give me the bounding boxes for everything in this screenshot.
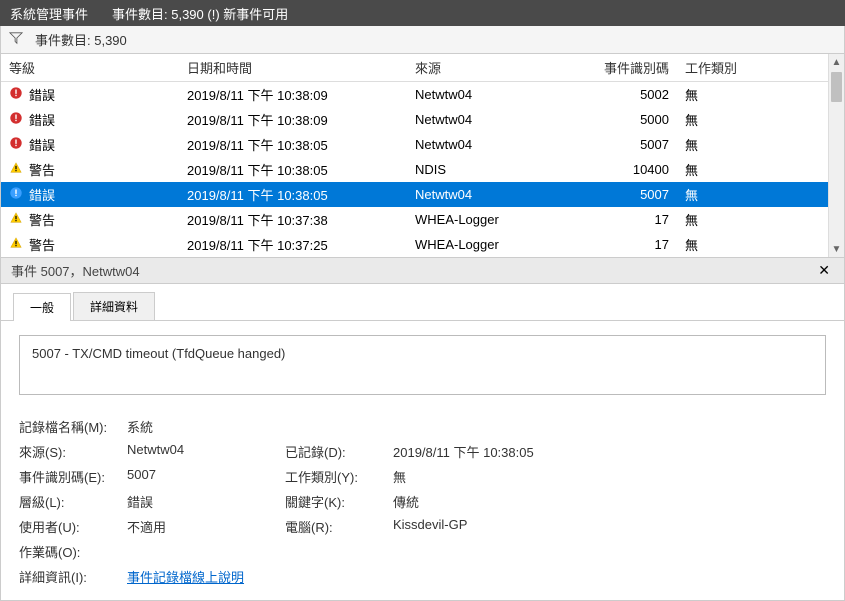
label-opcode: 作業碼(O): [19, 542, 119, 561]
label-logged: 已記錄(D): [285, 442, 385, 461]
tab-content-general: 5007 - TX/CMD timeout (TfdQueue hanged) … [1, 321, 844, 600]
cell-category: 無 [677, 157, 844, 182]
tab-details[interactable]: 詳細資料 [73, 292, 155, 320]
cell-category: 無 [677, 207, 844, 232]
error-icon [9, 111, 23, 128]
cell-level: 錯誤 [29, 135, 55, 154]
error-icon [9, 136, 23, 153]
table-row[interactable]: 錯誤 2019/8/11 下午 10:38:09Netwtw045000無 [1, 107, 844, 132]
value-computer: Kissdevil-GP [393, 517, 826, 536]
cell-datetime: 2019/8/11 下午 10:38:05 [179, 132, 407, 157]
cell-source: WHEA-Logger [407, 232, 591, 257]
column-eventid[interactable]: 事件識別碼 [591, 54, 677, 82]
link-moreinfo[interactable]: 事件記錄檔線上說明 [127, 567, 826, 586]
detail-title: 事件 5007，Netwtw04 [11, 261, 140, 280]
event-message: 5007 - TX/CMD timeout (TfdQueue hanged) [19, 335, 826, 395]
detail-header: 事件 5007，Netwtw04 ✕ [0, 258, 845, 284]
value-user: 不適用 [127, 517, 277, 536]
value-eventid: 5007 [127, 467, 277, 486]
scroll-up-icon[interactable]: ▲ [829, 54, 844, 70]
cell-source: Netwtw04 [407, 182, 591, 207]
column-datetime[interactable]: 日期和時間 [179, 54, 407, 82]
cell-level: 警告 [29, 160, 55, 179]
label-moreinfo: 詳細資訊(I): [19, 567, 119, 586]
table-row[interactable]: 錯誤 2019/8/11 下午 10:38:05Netwtw045007無 [1, 132, 844, 157]
cell-eventid: 5002 [591, 82, 677, 108]
column-category[interactable]: 工作類別 [677, 54, 844, 82]
cell-eventid: 17 [591, 207, 677, 232]
label-computer: 電腦(R): [285, 517, 385, 536]
cell-category: 無 [677, 132, 844, 157]
cell-level: 警告 [29, 235, 55, 254]
cell-category: 無 [677, 232, 844, 257]
label-source: 來源(S): [19, 442, 119, 461]
scroll-thumb[interactable] [831, 72, 842, 102]
window-title: 系統管理事件 [10, 4, 88, 23]
event-count-summary: 事件數目: 5,390 (!) 新事件可用 [112, 4, 288, 23]
detail-panel: 一般 詳細資料 5007 - TX/CMD timeout (TfdQueue … [0, 284, 845, 601]
cell-level: 錯誤 [29, 85, 55, 104]
cell-source: Netwtw04 [407, 82, 591, 108]
filter-count-text: 事件數目: 5,390 [35, 30, 127, 49]
table-row[interactable]: 錯誤 2019/8/11 下午 10:38:05Netwtw045007無 [1, 182, 844, 207]
cell-datetime: 2019/8/11 下午 10:37:25 [179, 232, 407, 257]
scroll-track[interactable] [829, 70, 844, 241]
cell-source: NDIS [407, 157, 591, 182]
value-level: 錯誤 [127, 492, 277, 511]
label-eventid: 事件識別碼(E): [19, 467, 119, 486]
cell-datetime: 2019/8/11 下午 10:38:05 [179, 182, 407, 207]
column-level[interactable]: 等級 [1, 54, 179, 82]
error-icon [9, 86, 23, 103]
label-logname: 記錄檔名稱(M): [19, 417, 119, 436]
column-source[interactable]: 來源 [407, 54, 591, 82]
cell-source: WHEA-Logger [407, 207, 591, 232]
label-category: 工作類別(Y): [285, 467, 385, 486]
value-logged: 2019/8/11 下午 10:38:05 [393, 442, 826, 461]
error-icon [9, 186, 23, 203]
warning-icon [9, 211, 23, 228]
cell-source: Netwtw04 [407, 132, 591, 157]
cell-datetime: 2019/8/11 下午 10:38:09 [179, 82, 407, 108]
cell-category: 無 [677, 182, 844, 207]
detail-tabs: 一般 詳細資料 [1, 284, 844, 321]
close-icon[interactable]: ✕ [814, 262, 834, 279]
table-row[interactable]: 錯誤 2019/8/11 下午 10:38:09Netwtw045002無 [1, 82, 844, 108]
filter-icon[interactable] [9, 31, 23, 48]
cell-eventid: 17 [591, 232, 677, 257]
label-level: 層級(L): [19, 492, 119, 511]
value-opcode [127, 542, 826, 561]
value-source: Netwtw04 [127, 442, 277, 461]
cell-eventid: 10400 [591, 157, 677, 182]
table-row[interactable]: 警告 2019/8/11 下午 10:37:25WHEA-Logger17無 [1, 232, 844, 257]
cell-level: 錯誤 [29, 110, 55, 129]
warning-icon [9, 236, 23, 253]
tab-general[interactable]: 一般 [13, 293, 71, 321]
value-keywords: 傳統 [393, 492, 826, 511]
cell-datetime: 2019/8/11 下午 10:38:09 [179, 107, 407, 132]
column-header-row: 等級 日期和時間 來源 事件識別碼 工作類別 [1, 54, 844, 82]
scroll-down-icon[interactable]: ▼ [829, 241, 844, 257]
value-logname: 系統 [127, 417, 826, 436]
cell-level: 錯誤 [29, 185, 55, 204]
cell-datetime: 2019/8/11 下午 10:38:05 [179, 157, 407, 182]
label-keywords: 關鍵字(K): [285, 492, 385, 511]
cell-eventid: 5000 [591, 107, 677, 132]
titlebar: 系統管理事件 事件數目: 5,390 (!) 新事件可用 [0, 0, 845, 26]
cell-category: 無 [677, 107, 844, 132]
cell-eventid: 5007 [591, 182, 677, 207]
cell-level: 警告 [29, 210, 55, 229]
cell-eventid: 5007 [591, 132, 677, 157]
label-user: 使用者(U): [19, 517, 119, 536]
cell-datetime: 2019/8/11 下午 10:37:38 [179, 207, 407, 232]
event-properties: 記錄檔名稱(M): 系統 來源(S): Netwtw04 已記錄(D): 201… [19, 417, 826, 586]
cell-source: Netwtw04 [407, 107, 591, 132]
table-row[interactable]: 警告 2019/8/11 下午 10:38:05NDIS10400無 [1, 157, 844, 182]
value-category: 無 [393, 467, 826, 486]
warning-icon [9, 161, 23, 178]
filter-bar: 事件數目: 5,390 [0, 26, 845, 54]
cell-category: 無 [677, 82, 844, 108]
table-row[interactable]: 警告 2019/8/11 下午 10:37:38WHEA-Logger17無 [1, 207, 844, 232]
grid-scrollbar[interactable]: ▲ ▼ [828, 54, 844, 257]
event-grid: 等級 日期和時間 來源 事件識別碼 工作類別 錯誤 2019/8/11 下午 10… [0, 54, 845, 258]
